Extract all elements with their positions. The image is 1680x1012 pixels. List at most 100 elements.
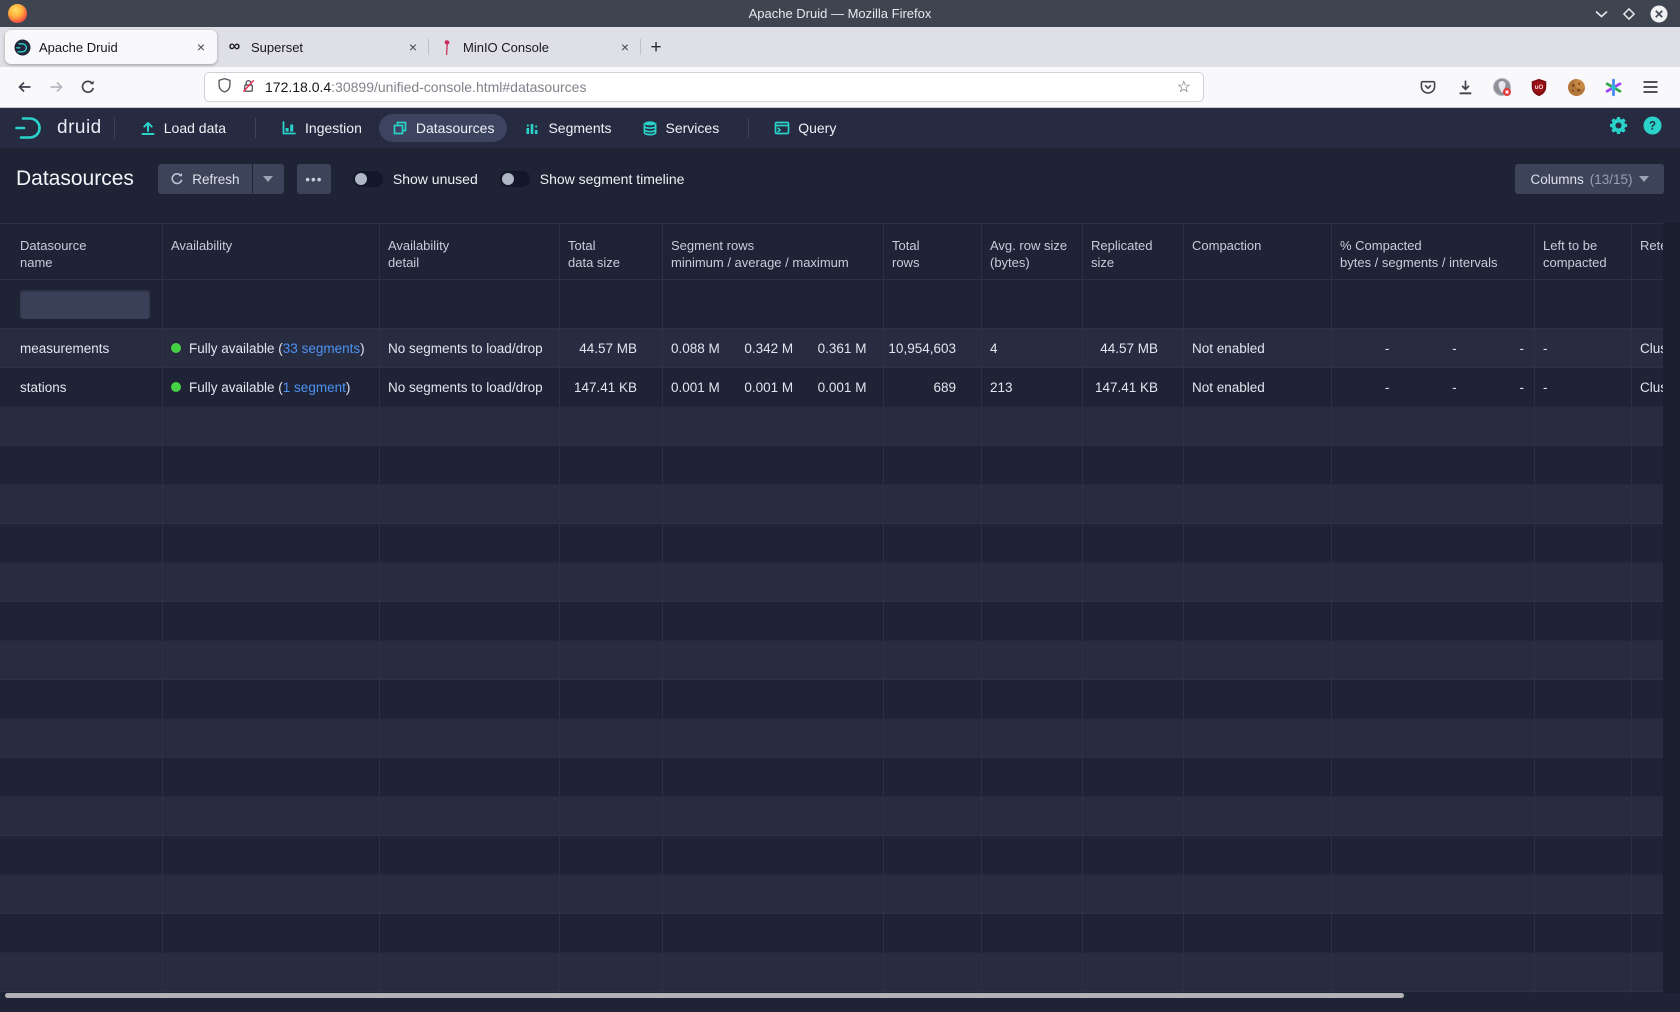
column-header-availability[interactable]: Availability — [163, 224, 380, 279]
column-header-availability-detail[interactable]: Availabilitydetail — [380, 224, 560, 279]
empty-cell — [163, 836, 380, 874]
empty-cell — [884, 641, 982, 679]
maximize-diamond-icon[interactable] — [1622, 7, 1636, 21]
empty-cell — [982, 680, 1083, 718]
empty-cell — [663, 446, 884, 484]
empty-cell — [0, 719, 163, 757]
show-unused-toggle[interactable] — [353, 171, 383, 187]
horizontal-scrollbar-thumb[interactable] — [5, 993, 1404, 998]
empty-table-row — [0, 836, 1663, 875]
tab-label: Superset — [251, 40, 398, 55]
forward-button[interactable] — [40, 72, 72, 102]
column-header-compacted-bytes-segments-intervals[interactable]: % Compactedbytes / segments / intervals — [1332, 224, 1535, 279]
more-actions-button[interactable]: ••• — [297, 164, 331, 194]
column-header-compaction[interactable]: Compaction — [1184, 224, 1332, 279]
filter-cell — [1332, 280, 1535, 328]
url-bar[interactable]: 172.18.0.4:30899/unified-console.html#da… — [204, 72, 1204, 102]
column-header-line2: bytes / segments / intervals — [1340, 254, 1526, 271]
segments-link[interactable]: 1 segment — [283, 380, 346, 395]
column-header-total-rows[interactable]: Totalrows — [884, 224, 982, 279]
empty-cell — [0, 875, 163, 913]
column-header-datasource-name[interactable]: Datasourcename — [0, 224, 163, 279]
empty-cell — [1332, 797, 1535, 835]
column-header-total-data-size[interactable]: Totaldata size — [560, 224, 663, 279]
empty-cell — [982, 563, 1083, 601]
reload-button[interactable] — [72, 72, 104, 102]
tab-close-icon[interactable]: × — [194, 39, 208, 55]
toggle-knob — [355, 173, 367, 185]
close-icon[interactable] — [1650, 5, 1668, 23]
empty-cell — [163, 563, 380, 601]
column-header-replicated-size[interactable]: Replicatedsize — [1083, 224, 1184, 279]
empty-cell — [163, 485, 380, 523]
cell-availability: Fully available (1 segment) — [163, 368, 380, 406]
druid-logo[interactable]: druid — [14, 115, 102, 141]
column-header-line1: Left to be — [1543, 237, 1623, 254]
empty-cell — [163, 953, 380, 991]
download-icon[interactable] — [1455, 77, 1475, 97]
nav-item-segments[interactable]: Segments — [511, 114, 624, 142]
tab-close-icon[interactable]: × — [618, 39, 632, 55]
ublock-origin-icon[interactable]: uO — [1529, 77, 1549, 97]
columns-button[interactable]: Columns (13/15) — [1515, 164, 1664, 194]
filter-cell — [163, 280, 380, 328]
extension-disabled-icon[interactable] — [1492, 77, 1512, 97]
empty-cell — [663, 836, 884, 874]
nav-item-services[interactable]: Services — [629, 114, 733, 142]
hamburger-menu-icon[interactable] — [1640, 77, 1660, 97]
help-icon[interactable]: ? — [1643, 116, 1662, 140]
empty-table-row — [0, 914, 1663, 953]
tracking-shield-icon[interactable] — [217, 77, 232, 97]
nav-item-load-data[interactable]: Load data — [127, 114, 239, 142]
name-filter-input[interactable] — [20, 290, 150, 319]
column-header-line1: Replicated — [1091, 237, 1175, 254]
nav-item-ingestion[interactable]: Ingestion — [268, 114, 375, 142]
empty-table-row — [0, 485, 1663, 524]
pct-compacted-value: - — [1332, 380, 1399, 395]
nav-item-datasources[interactable]: Datasources — [379, 114, 508, 142]
empty-cell — [1632, 797, 1663, 835]
pct-compacted-value: - — [1399, 341, 1466, 356]
empty-cell — [380, 485, 560, 523]
refresh-label: Refresh — [192, 172, 239, 187]
column-header-left-to-be-compacted[interactable]: Left to becompacted — [1535, 224, 1632, 279]
nav-item-query[interactable]: Query — [761, 114, 849, 142]
column-header-avg-row-size-bytes[interactable]: Avg. row size(bytes) — [982, 224, 1083, 279]
page-title: Datasources — [16, 167, 134, 191]
refresh-button[interactable]: Refresh — [158, 164, 252, 194]
empty-cell — [560, 914, 663, 952]
empty-cell — [1332, 875, 1535, 913]
tab-minio-console[interactable]: MinIO Console× — [429, 30, 641, 64]
back-button[interactable] — [8, 72, 40, 102]
empty-cell — [560, 758, 663, 796]
column-header-line2: minimum / average / maximum — [671, 254, 875, 271]
show-segment-timeline-toggle[interactable] — [500, 171, 530, 187]
empty-cell — [1535, 875, 1632, 913]
extension-asterisk-icon[interactable] — [1603, 77, 1623, 97]
cookie-icon[interactable] — [1566, 77, 1586, 97]
empty-cell — [884, 758, 982, 796]
refresh-options-button[interactable] — [253, 164, 284, 194]
column-header-line1: Avg. row size — [990, 237, 1074, 254]
column-header-line2: compacted — [1543, 254, 1623, 271]
minimize-chevron-icon[interactable] — [1595, 10, 1608, 18]
cell-pct-compacted: --- — [1332, 368, 1535, 406]
nav-item-label: Segments — [548, 120, 611, 136]
pct-compacted-value: - — [1399, 380, 1466, 395]
settings-gear-icon[interactable] — [1609, 116, 1628, 140]
pocket-icon[interactable] — [1418, 77, 1438, 97]
column-header-retention[interactable]: Retention — [1632, 224, 1663, 279]
availability-close-paren: ) — [360, 341, 365, 356]
segments-link[interactable]: 33 segments — [283, 341, 360, 356]
table-row[interactable]: measurementsFully available (33 segments… — [0, 329, 1663, 368]
insecure-lock-icon[interactable] — [241, 78, 256, 97]
table-row[interactable]: stationsFully available (1 segment)No se… — [0, 368, 1663, 407]
bookmark-star-icon[interactable]: ☆ — [1177, 77, 1191, 97]
tab-superset[interactable]: ∞Superset× — [217, 30, 429, 64]
empty-cell — [0, 797, 163, 835]
column-header-segment-rows-minimum-average-maximum[interactable]: Segment rowsminimum / average / maximum — [663, 224, 884, 279]
tab-close-icon[interactable]: × — [406, 39, 420, 55]
tab-apache-druid[interactable]: Apache Druid× — [5, 30, 217, 64]
empty-cell — [1083, 407, 1184, 445]
new-tab-button[interactable]: + — [641, 33, 671, 63]
